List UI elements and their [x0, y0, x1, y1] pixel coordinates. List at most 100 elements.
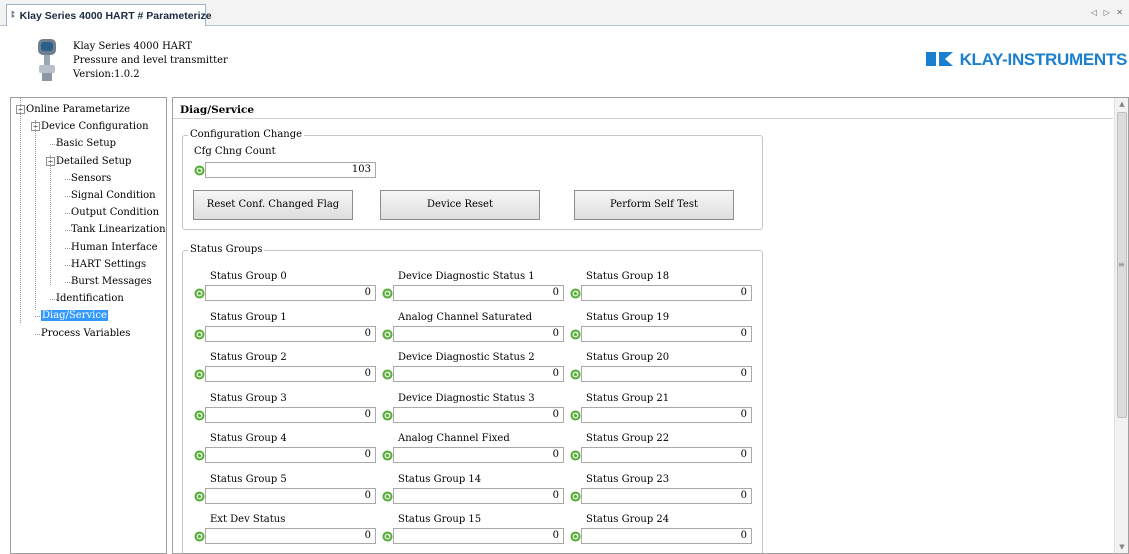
status-group-23-field[interactable]: 0 — [581, 487, 752, 504]
status-group-24-label: Status Group 24 — [586, 514, 670, 525]
status-group-14-label: Status Group 14 — [398, 473, 482, 485]
device-info: Klay Series 4000 HART Pressure and level… — [73, 40, 228, 82]
analog-channel-fixed-field[interactable]: 0 — [393, 447, 564, 463]
status-group-1-field[interactable]: 0 — [205, 325, 376, 342]
tree-item-burst-messages[interactable]: Burst Messages — [71, 275, 152, 288]
device-diagnostic-status-1-label: Device Diagnostic Status 1 — [398, 271, 535, 282]
status-group-20-label: Status Group 20 — [586, 352, 670, 363]
tree-item-sensors[interactable]: Sensors — [71, 172, 111, 185]
refresh-icon[interactable] — [194, 328, 205, 340]
refresh-icon[interactable] — [194, 450, 205, 461]
refresh-icon[interactable] — [382, 409, 393, 421]
device-diagnostic-status-3-field[interactable]: 0 — [393, 406, 564, 423]
device-diagnostic-status-2-label: Device Diagnostic Status 2 — [398, 352, 535, 363]
refresh-icon[interactable] — [570, 328, 581, 340]
device-name: Klay Series 4000 HART — [73, 41, 193, 52]
refresh-icon[interactable] — [382, 288, 393, 299]
tree-item-label: Human Interface — [71, 241, 158, 253]
status-group-20-field[interactable]: 0 — [581, 366, 752, 382]
status-group-14-field[interactable]: 0 — [393, 487, 564, 504]
cfg-chng-count-field[interactable]: 103 — [205, 162, 376, 178]
tree-item-tank-linearization[interactable]: Tank Linearization — [71, 223, 166, 236]
tab-label: Klay Series 4000 HART # Parameterize — [19, 9, 212, 22]
tree-item-label: Basic Setup — [56, 138, 117, 150]
tree-item-signal-condition[interactable]: Signal Condition — [71, 189, 156, 202]
refresh-icon[interactable] — [382, 369, 393, 380]
refresh-icon[interactable] — [382, 531, 393, 542]
refresh-icon[interactable] — [382, 450, 393, 461]
tree-item-label: Burst Messages — [71, 276, 152, 287]
analog-channel-saturated-label: Analog Channel Saturated — [398, 311, 533, 323]
status-group-22-field[interactable]: 0 — [581, 447, 752, 463]
ext-dev-status-label: Ext Dev Status — [210, 514, 286, 525]
refresh-icon[interactable] — [194, 409, 205, 421]
refresh-icon[interactable] — [570, 288, 581, 299]
status-group-19-field[interactable]: 0 — [581, 325, 752, 342]
status-group-18-field[interactable]: 0 — [581, 285, 752, 301]
tab-strip: ꔪ Klay Series 4000 HART # Parameterize ◁… — [0, 0, 1129, 26]
status-group-4-field[interactable]: 0 — [205, 447, 376, 463]
status-group-2-field[interactable]: 0 — [205, 366, 376, 382]
vertical-scrollbar[interactable]: ▲ ≡ ▼ — [1114, 98, 1128, 553]
device-diagnostic-status-3-label: Device Diagnostic Status 3 — [398, 392, 535, 404]
tree-guide-line — [35, 120, 36, 310]
status-group-18-label: Status Group 18 — [586, 271, 670, 282]
refresh-icon[interactable] — [570, 409, 581, 421]
device-reset-button[interactable]: Device Reset — [380, 190, 540, 220]
device-description: Pressure and level transmitter — [73, 55, 228, 66]
tree-item-human-interface[interactable]: Human Interface — [71, 241, 158, 254]
cfg-chng-count-label: Cfg Chng Count — [194, 146, 276, 157]
device-version: Version:1.0.2 — [73, 69, 140, 80]
device-header: Klay Series 4000 HART Pressure and level… — [10, 30, 1129, 92]
tree-item-label: Signal Condition — [71, 190, 156, 201]
tree-item-label: Identification — [56, 293, 124, 305]
analog-channel-saturated-field[interactable]: 0 — [393, 325, 564, 342]
diag-service-panel: Diag/Service Configuration Change Cfg Ch… — [172, 97, 1129, 554]
refresh-icon[interactable] — [382, 490, 393, 502]
tree-item-label: Sensors — [71, 172, 112, 184]
status-group-24-field[interactable]: 0 — [581, 528, 752, 544]
status-group-0-field[interactable]: 0 — [205, 285, 376, 301]
device-icon: ꔪ — [11, 10, 16, 21]
perform-self-test-button[interactable]: Perform Self Test — [574, 190, 734, 220]
status-group-1-label: Status Group 1 — [210, 311, 287, 323]
scroll-down-icon[interactable]: ▼ — [1115, 543, 1128, 551]
status-group-4-label: Status Group 4 — [210, 433, 287, 444]
tree-item-process-variables[interactable]: Process Variables — [41, 327, 130, 340]
refresh-icon[interactable] — [194, 165, 205, 176]
status-group-15-field[interactable]: 0 — [393, 528, 564, 544]
tree-item-output-condition[interactable]: Output Condition — [71, 206, 159, 219]
refresh-icon[interactable] — [570, 531, 581, 542]
brand-logo: KLAY-INSTRUMENTS — [925, 50, 1127, 70]
status-group-3-field[interactable]: 0 — [205, 406, 376, 423]
tree-item-label: HART Settings — [71, 258, 147, 270]
status-group-21-label: Status Group 21 — [586, 392, 670, 404]
refresh-icon[interactable] — [194, 369, 205, 380]
status-group-5-field[interactable]: 0 — [205, 487, 376, 504]
tree-item-device-configuration[interactable]: Device Configuration — [41, 120, 149, 133]
tree-item-online-parametarize[interactable]: Online Parametarize — [26, 103, 130, 116]
ext-dev-status-field[interactable]: 0 — [205, 528, 376, 544]
reset-conf-changed-flag-button[interactable]: Reset Conf. Changed Flag — [193, 190, 353, 220]
brand-logo-icon — [925, 52, 954, 68]
tree-item-identification[interactable]: Identification — [56, 292, 124, 305]
device-diagnostic-status-1-field[interactable]: 0 — [393, 285, 564, 301]
refresh-icon[interactable] — [570, 490, 581, 502]
refresh-icon[interactable] — [570, 450, 581, 461]
refresh-icon[interactable] — [382, 328, 393, 340]
status-group-21-field[interactable]: 0 — [581, 406, 752, 423]
refresh-icon[interactable] — [194, 531, 205, 542]
tree-item-hart-settings[interactable]: HART Settings — [71, 258, 146, 271]
refresh-icon[interactable] — [570, 369, 581, 380]
refresh-icon[interactable] — [194, 490, 205, 502]
device-diagnostic-status-2-field[interactable]: 0 — [393, 366, 564, 382]
tree-item-diag-service[interactable]: Diag/Service — [41, 309, 108, 322]
tab-parameterize[interactable]: ꔪ Klay Series 4000 HART # Parameterize — [6, 4, 212, 26]
refresh-icon[interactable] — [194, 288, 205, 299]
tree-item-basic-setup[interactable]: Basic Setup — [56, 137, 116, 150]
scroll-up-icon[interactable]: ▲ — [1115, 100, 1128, 108]
status-groups-legend: Status Groups — [188, 244, 265, 255]
navigation-tree: − Online Parametarize − Device Configuratio… — [10, 97, 167, 554]
tab-nav-arrows[interactable]: ◁ ▷ ✕ — [1091, 8, 1125, 17]
tree-item-detailed-setup[interactable]: Detailed Setup — [56, 155, 131, 168]
